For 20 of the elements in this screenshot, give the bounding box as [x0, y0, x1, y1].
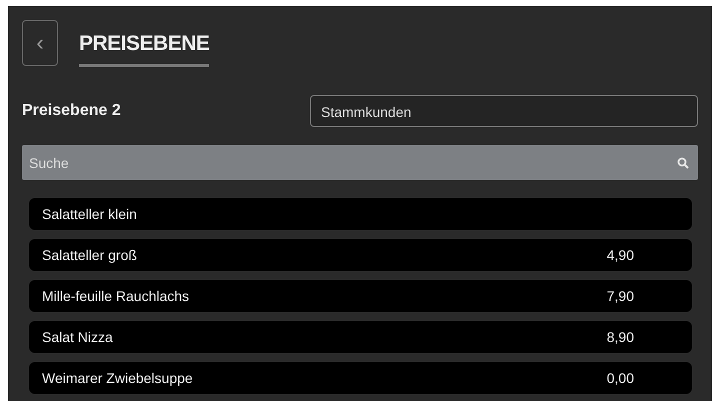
product-row[interactable]: Salatteller klein	[29, 198, 692, 230]
product-price: 0,00	[606, 370, 634, 386]
back-button[interactable]: ‹	[22, 20, 58, 66]
product-price: 8,90	[606, 329, 634, 345]
product-row[interactable]: Salatteller groß 4,90	[29, 239, 692, 271]
product-price: 7,90	[606, 288, 634, 304]
product-name: Weimarer Zwiebelsuppe	[42, 370, 193, 386]
product-name: Salatteller klein	[42, 206, 137, 222]
product-price: 4,90	[606, 247, 634, 263]
page-title: PREISEBENE	[79, 22, 210, 67]
product-row[interactable]: Salat Nizza 8,90	[29, 321, 692, 353]
product-row[interactable]: Mille-feuille Rauchlachs 7,90	[29, 280, 692, 312]
product-name: Salat Nizza	[42, 329, 113, 345]
product-name: Salatteller groß	[42, 247, 137, 263]
search-icon	[677, 157, 689, 169]
product-row[interactable]: Weimarer Zwiebelsuppe 0,00	[29, 362, 692, 394]
price-level-field[interactable]: Stammkunden	[310, 95, 698, 127]
product-name: Mille-feuille Rauchlachs	[42, 288, 190, 304]
price-level-label: Preisebene 2	[22, 102, 121, 120]
search-field[interactable]: Suche	[22, 145, 698, 180]
